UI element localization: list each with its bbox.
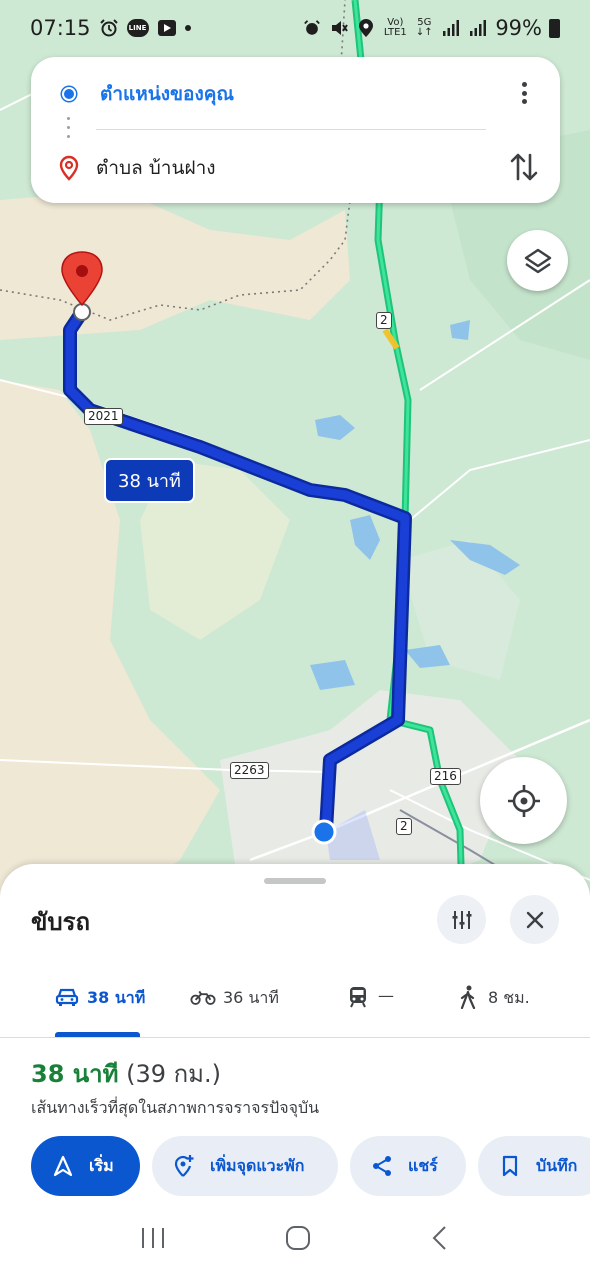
active-tab-indicator <box>55 1032 140 1037</box>
origin-text: ตำแหน่งของคุณ <box>100 83 235 105</box>
add-stop-button[interactable]: เพิ่มจุดแวะพัก <box>152 1136 338 1196</box>
action-chips: เริ่ม เพิ่มจุดแวะพัก แชร์ บันทึก <box>31 1136 590 1196</box>
destination-text: ตำบล บ้านฝาง <box>96 157 216 179</box>
save-button[interactable]: บันทึก <box>478 1136 590 1196</box>
more-options-button[interactable] <box>512 79 536 107</box>
tab-transit-label: — <box>378 986 394 1005</box>
volte-icon: Vo) LTE1 <box>383 18 407 38</box>
origin-row[interactable]: ตำแหน่งของคุณ <box>31 79 234 109</box>
origin-dot-icon <box>62 87 76 101</box>
tune-icon <box>452 910 471 929</box>
notification-dot-icon <box>184 25 191 31</box>
directions-sheet: ขับรถ 38 นาที 36 นาที — 8 ชม. 38 นาที (3… <box>0 864 590 1280</box>
start-button[interactable]: เริ่ม <box>31 1136 140 1196</box>
location-status-icon <box>356 18 376 38</box>
route-summary[interactable]: 38 นาที (39 กม.) <box>31 1054 221 1093</box>
road-label-2: 2 <box>376 312 392 329</box>
mute-icon <box>329 18 349 38</box>
share-button[interactable]: แชร์ <box>350 1136 466 1196</box>
bookmark-icon <box>498 1154 522 1178</box>
route-time: 38 นาที <box>31 1060 119 1088</box>
media-app-icon <box>157 18 177 38</box>
home-icon <box>285 1226 310 1250</box>
origin-dest-divider <box>96 129 486 130</box>
network-5g-icon: 5G ↓↑ <box>414 18 434 38</box>
route-dots-icon <box>67 117 71 145</box>
crosshair-icon <box>507 784 540 817</box>
more-dot-icon <box>521 82 527 87</box>
home-button[interactable] <box>285 1225 311 1251</box>
road-label-2263: 2263 <box>230 762 269 779</box>
volte-bottom: LTE1 <box>383 27 407 38</box>
system-nav-bar <box>0 1196 590 1280</box>
route-options-button[interactable] <box>437 895 486 944</box>
directions-card: ตำแหน่งของคุณ ตำบล บ้านฝาง <box>31 57 560 203</box>
close-icon <box>526 911 543 928</box>
layers-button[interactable] <box>507 230 568 291</box>
motorbike-icon <box>190 986 216 1008</box>
road-label-2b: 2 <box>396 818 412 835</box>
sheet-drag-handle[interactable] <box>264 878 326 884</box>
signal-1-icon <box>441 18 461 38</box>
sheet-title: ขับรถ <box>31 908 91 936</box>
my-location-button[interactable] <box>480 757 567 844</box>
status-time: 07:15 <box>30 16 91 40</box>
tab-motorbike-label: 36 นาที <box>223 988 279 1007</box>
share-label: แชร์ <box>408 1155 438 1175</box>
tab-walk-label: 8 ชม. <box>488 988 530 1007</box>
more-dot-icon <box>521 99 527 104</box>
swap-arrows-icon <box>510 153 538 181</box>
travel-mode-tabs: 38 นาที 36 นาที — 8 ชม. <box>0 974 590 1038</box>
route-description: เส้นทางเร็วที่สุดในสภาพการจราจรปัจจุบัน <box>31 1098 320 1117</box>
tab-motorbike[interactable]: 36 นาที <box>190 974 279 1038</box>
add-location-icon <box>172 1154 196 1178</box>
alarm-status-icon <box>302 18 322 38</box>
tab-car[interactable]: 38 นาที <box>54 974 145 1038</box>
line-app-icon: LINE <box>126 19 149 37</box>
route-distance: (39 กม.) <box>126 1060 221 1088</box>
route-duration-label[interactable]: 38 นาที <box>104 458 195 503</box>
close-button[interactable] <box>510 895 559 944</box>
road-label-2021: 2021 <box>84 408 123 425</box>
train-icon <box>345 986 371 1008</box>
start-label: เริ่ม <box>89 1155 114 1175</box>
recent-apps-button[interactable] <box>140 1226 166 1250</box>
line-badge-text: LINE <box>128 24 147 32</box>
fiveg-bottom: ↓↑ <box>415 27 433 38</box>
more-dot-icon <box>521 90 527 96</box>
back-button[interactable] <box>430 1225 450 1251</box>
tab-walk[interactable]: 8 ชม. <box>455 974 530 1038</box>
layers-icon <box>524 248 551 273</box>
battery-percent: 99% <box>495 16 542 40</box>
destination-row[interactable]: ตำบล บ้านฝาง <box>31 153 216 183</box>
recent-apps-icon <box>141 1228 164 1248</box>
tab-transit[interactable]: — <box>345 974 394 1038</box>
status-bar: 07:15 LINE Vo) LTE1 5G ↓↑ 99% <box>0 0 590 56</box>
walk-icon <box>455 985 481 1009</box>
battery-icon <box>549 18 560 38</box>
destination-pin-icon <box>59 155 79 181</box>
tab-car-label: 38 นาที <box>87 988 146 1007</box>
car-icon <box>54 986 80 1008</box>
share-icon <box>370 1154 394 1178</box>
alarm-icon <box>99 18 119 38</box>
add-stop-label: เพิ่มจุดแวะพัก <box>210 1155 305 1175</box>
road-label-216: 216 <box>430 768 461 785</box>
swap-directions-button[interactable] <box>508 149 540 185</box>
signal-2-icon <box>468 18 488 38</box>
back-icon <box>432 1226 447 1250</box>
save-label: บันทึก <box>536 1155 578 1175</box>
navigation-arrow-icon <box>51 1154 75 1178</box>
